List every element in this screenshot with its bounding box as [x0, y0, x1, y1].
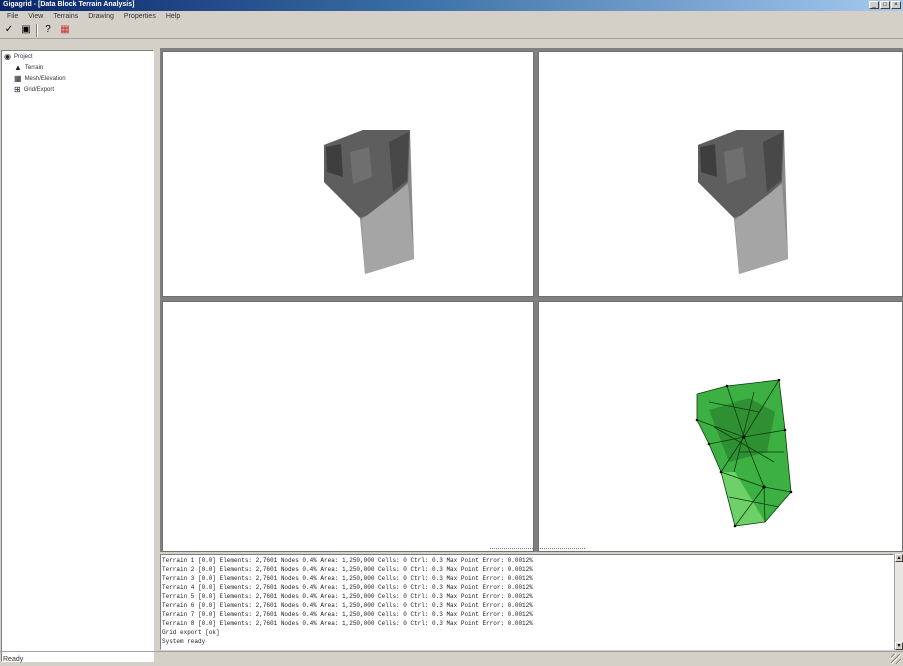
minimize-button[interactable]: _ — [869, 1, 879, 9]
help-icon[interactable]: ? — [41, 23, 55, 37]
log-line: Terrain 4 [0.0] Elements: 2,7601 Nodes 0… — [162, 584, 533, 591]
tree-item-terrain[interactable]: ▲ Terrain — [14, 64, 43, 72]
tree-item-label: Mesh/Elevation — [24, 76, 66, 82]
log-line: Terrain 1 [0.0] Elements: 2,7601 Nodes 0… — [162, 557, 533, 564]
log-line: System ready — [162, 638, 206, 645]
output-lines: Terrain 1 [0.0] Elements: 2,7601 Nodes 0… — [162, 556, 562, 646]
log-line: Terrain 2 [0.0] Elements: 2,7601 Nodes 0… — [162, 566, 533, 573]
tree-root-label: Project — [13, 54, 33, 60]
toolbar-separator — [36, 23, 38, 37]
status-bar: Ready — [0, 651, 903, 666]
log-line: Terrain 6 [0.0] Elements: 2,7601 Nodes 0… — [162, 602, 533, 609]
tree-item-mesh[interactable]: ▦ Mesh/Elevation — [14, 75, 66, 83]
terrain-grey-render — [698, 130, 788, 274]
tree-item-label: Terrain — [24, 65, 44, 71]
tree-item-label: Grid/Export — [23, 87, 55, 93]
tree-root[interactable]: ◉ Project — [4, 53, 33, 61]
terrain-grey-render — [324, 130, 414, 274]
menu-properties[interactable]: Properties — [119, 13, 161, 20]
output-log[interactable]: Terrain 1 [0.0] Elements: 2,7601 Nodes 0… — [160, 554, 894, 650]
menu-drawing[interactable]: Drawing — [83, 13, 119, 20]
menu-view[interactable]: View — [23, 13, 48, 20]
log-line: Terrain 8 [0.0] Elements: 2,7601 Nodes 0… — [162, 620, 533, 627]
project-tree[interactable]: ◉ Project ▲ Terrain ▦ Mesh/Elevation ⊞ G… — [1, 50, 154, 662]
window-title: Gigagrid - [Data Block Terrain Analysis] — [3, 1, 135, 8]
log-line: Grid export [ok] — [162, 629, 220, 636]
menu-bar: File View Terrains Drawing Properties He… — [0, 11, 903, 22]
splitter-handle[interactable] — [490, 548, 585, 551]
terrain-mesh-render — [695, 378, 793, 528]
tree-item-grid[interactable]: ⊞ Grid/Export — [14, 86, 54, 94]
toolbar: ✓ ▣ ? ▦ — [0, 22, 903, 39]
title-bar[interactable]: Gigagrid - [Data Block Terrain Analysis]… — [0, 0, 903, 11]
menu-help[interactable]: Help — [161, 13, 185, 20]
globe-icon: ◉ — [4, 52, 11, 61]
log-line: Terrain 7 [0.0] Elements: 2,7601 Nodes 0… — [162, 611, 533, 618]
log-line: Terrain 5 [0.0] Elements: 2,7601 Nodes 0… — [162, 593, 533, 600]
log-line: Terrain 3 [0.0] Elements: 2,7601 Nodes 0… — [162, 575, 533, 582]
terrain-icon: ▲ — [14, 63, 22, 72]
viewport-bottom-right[interactable] — [538, 301, 903, 552]
status-text: Ready — [3, 655, 24, 663]
window-controls: _ □ × — [869, 1, 901, 9]
maximize-button[interactable]: □ — [880, 1, 890, 9]
grid-export-icon: ⊞ — [14, 85, 21, 94]
grid-icon[interactable]: ▦ — [58, 23, 72, 37]
scroll-up-icon[interactable]: ▲ — [895, 554, 903, 562]
scroll-down-icon[interactable]: ▼ — [895, 642, 903, 650]
viewport-area — [160, 48, 903, 552]
mesh-icon: ▦ — [14, 74, 22, 83]
menu-file[interactable]: File — [2, 13, 23, 20]
close-button[interactable]: × — [891, 1, 901, 9]
viewport-top-left[interactable] — [162, 51, 534, 297]
menu-terrains[interactable]: Terrains — [48, 13, 83, 20]
viewport-bottom-left[interactable] — [162, 301, 534, 552]
resize-grip-icon[interactable] — [891, 654, 901, 664]
viewport-top-right[interactable] — [538, 51, 903, 297]
save-icon[interactable]: ▣ — [19, 23, 33, 37]
output-scrollbar[interactable]: ▲ ▼ — [894, 554, 903, 650]
open-icon[interactable]: ✓ — [2, 23, 16, 37]
